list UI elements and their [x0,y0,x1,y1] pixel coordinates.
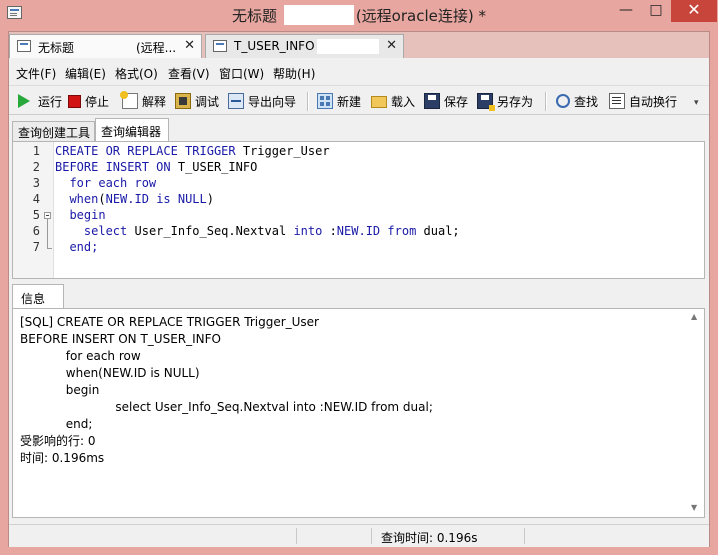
line-number: 2 [32,160,40,174]
doc-tab-t-user-info[interactable]: T_USER_INFO ✕ [205,34,404,58]
line-number: 6 [32,224,40,238]
maximize-button[interactable]: □ [641,0,671,22]
redacted-block [283,5,354,25]
scroll-up-icon[interactable]: ▲ [691,312,697,321]
code-line: begin [55,208,106,222]
main-frame: 无标题 (远程... ✕ T_USER_INFO ✕ 文件(F) 编辑(E) 格… [8,31,710,547]
load-button[interactable]: 载入 [371,91,415,111]
toolbar: 运行 停止 解释 调试 导出向导 新建 载入 保存 另存为 查找 自动换行 ▾ [9,85,709,115]
status-bar: 查询时间: 0.196s [9,524,709,547]
code-line: when(NEW.ID is NULL) [55,192,214,206]
code-line: CREATE OR REPLACE TRIGGER Trigger_User [55,144,330,158]
close-icon[interactable]: ✕ [184,38,195,53]
menu-window[interactable]: 窗口(W) [219,65,264,82]
status-divider [371,528,372,544]
search-icon [556,94,570,108]
toolbar-divider [307,92,309,111]
line-number: 5 [32,208,40,222]
save-as-icon [477,93,495,111]
debug-button[interactable]: 调试 [175,91,219,111]
new-button[interactable]: 新建 [317,91,361,111]
minimize-button[interactable]: — [611,0,641,22]
export-wizard-button[interactable]: 导出向导 [228,91,296,111]
stop-button[interactable]: 停止 [68,91,109,111]
editor-mode-tabs: 查询创建工具 查询编辑器 [9,116,709,141]
info-line: BEFORE INSERT ON T_USER_INFO [20,332,221,346]
word-wrap-icon [609,93,625,109]
line-number-gutter: 1 2 3 4 5 6 7 [13,142,54,278]
debug-icon [175,93,191,109]
line-number: 7 [32,240,40,254]
explain-button[interactable]: 解释 [120,91,166,111]
fold-end-marker [47,248,52,249]
save-button[interactable]: 保存 [424,91,468,111]
query-doc-icon [17,40,31,52]
info-line: for each row [20,349,141,363]
export-icon [228,93,244,109]
info-output: [SQL] CREATE OR REPLACE TRIGGER Trigger_… [20,314,680,467]
doc-tab-label: T_USER_INFO [234,39,315,53]
scroll-down-icon[interactable]: ▼ [691,503,697,512]
tab-query-editor[interactable]: 查询编辑器 [95,118,169,141]
folder-icon [371,96,387,108]
title-bar: 无标题 (远程oracle连接) * — □ ✕ [0,0,718,30]
result-tabs: 信息 [9,282,709,308]
doc-tab-suffix: (远程... [136,41,177,55]
menu-view[interactable]: 查看(V) [168,65,210,82]
vertical-scrollbar[interactable]: ▲ ▼ [690,312,701,512]
run-icon [18,94,30,108]
run-button[interactable]: 运行 [16,91,62,111]
menu-bar: 文件(F) 编辑(E) 格式(O) 查看(V) 窗口(W) 帮助(H) [9,60,709,84]
save-icon [424,93,440,109]
tab-info[interactable]: 信息 [12,284,64,308]
menu-help[interactable]: 帮助(H) [273,65,315,82]
code-line: select User_Info_Seq.Nextval into :NEW.I… [83,224,460,238]
code-line: BEFORE INSERT ON T_USER_INFO [55,160,258,174]
info-panel: [SQL] CREATE OR REPLACE TRIGGER Trigger_… [12,308,705,518]
line-number: 4 [32,192,40,206]
menu-format[interactable]: 格式(O) [115,65,158,82]
fold-guide [47,219,48,249]
code-line: for each row [55,176,157,190]
save-as-button[interactable]: 另存为 [477,91,533,111]
query-time-status: 查询时间: 0.196s [381,531,478,545]
doc-tab-label: 无标题 [38,41,75,55]
toolbar-overflow-icon[interactable]: ▾ [694,98,699,108]
info-line: [SQL] CREATE OR REPLACE TRIGGER Trigger_… [20,315,319,329]
menu-file[interactable]: 文件(F) [16,65,56,82]
info-line: select User_Info_Seq.Nextval into :NEW.I… [20,400,433,414]
menu-edit[interactable]: 编辑(E) [65,65,106,82]
close-window-button[interactable]: ✕ [671,0,717,22]
info-line: 受影响的行: 0 [20,434,96,448]
new-icon [317,93,333,109]
stop-icon [68,94,81,108]
find-button[interactable]: 查找 [556,91,598,111]
tab-query-builder[interactable]: 查询创建工具 [12,121,95,141]
close-icon[interactable]: ✕ [386,38,397,53]
status-divider [296,528,297,544]
redacted-block [317,39,379,54]
code-line: end; [55,240,99,254]
toolbar-divider [545,92,547,111]
table-doc-icon [213,40,227,52]
info-line: end; [20,417,93,431]
explain-icon [120,91,138,109]
word-wrap-button[interactable]: 自动换行 [609,91,677,111]
info-line: 时间: 0.196ms [20,451,105,465]
line-number: 1 [32,144,40,158]
status-divider [524,528,525,544]
sql-editor[interactable]: 1 2 3 4 5 6 7 CREATE OR REPLACE TRIGGER Trigge… [12,141,705,279]
fold-toggle-icon[interactable] [44,212,51,219]
info-line: begin [20,383,100,397]
doc-tab-untitled[interactable]: 无标题 (远程... ✕ [9,34,202,58]
document-tab-strip: 无标题 (远程... ✕ T_USER_INFO ✕ [9,32,709,58]
info-line: when(NEW.ID is NULL) [20,366,200,380]
line-number: 3 [32,176,40,190]
